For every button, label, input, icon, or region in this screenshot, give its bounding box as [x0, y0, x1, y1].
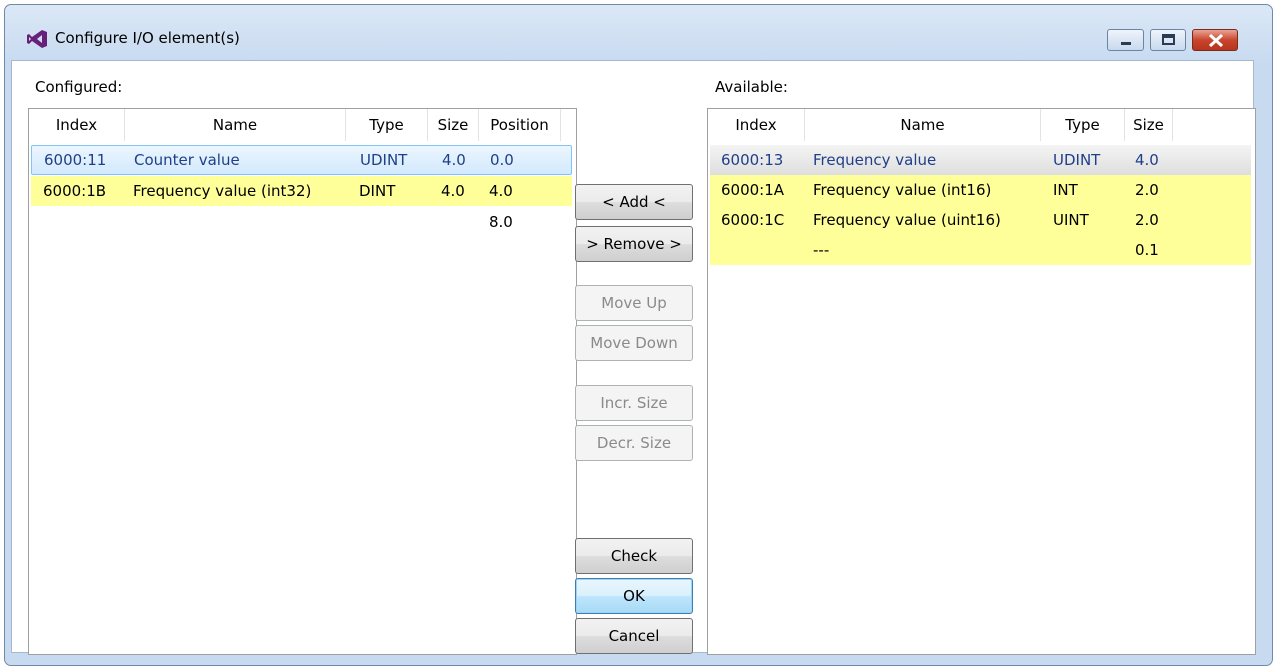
available-list[interactable]: Index Name Type Size 6000:13 Frequency v… [707, 108, 1256, 655]
table-row[interactable]: 6000:1A Frequency value (int16) INT 2.0 [710, 175, 1251, 205]
cell-name: Frequency value [813, 151, 937, 169]
decr-size-button[interactable]: Decr. Size [575, 425, 693, 461]
cell-type: UDINT [1053, 151, 1101, 169]
cell-size: 0.1 [1135, 241, 1159, 259]
table-row[interactable]: --- 0.1 [710, 235, 1251, 265]
column-header-name[interactable]: Name [805, 109, 1041, 141]
cell-type [351, 207, 359, 237]
column-header-index[interactable]: Index [29, 109, 125, 141]
remove-button[interactable]: > Remove > [575, 226, 693, 262]
cell-type: UDINT [360, 151, 408, 169]
cell-size: 2.0 [1135, 211, 1159, 229]
cell-type: INT [1053, 181, 1078, 199]
add-button[interactable]: < Add < [575, 184, 693, 220]
cell-index: 6000:1A [721, 181, 785, 199]
configured-label: Configured: [35, 78, 123, 96]
cell-name [125, 207, 133, 237]
cell-type: UINT [1053, 211, 1089, 229]
cell-index [35, 207, 43, 237]
cell-position: 0.0 [490, 151, 514, 169]
ok-button[interactable]: OK [575, 578, 693, 614]
configured-list[interactable]: Index Name Type Size Position 6000:11 Co… [28, 108, 577, 655]
table-row[interactable]: 6000:1C Frequency value (uint16) UINT 2.… [710, 205, 1251, 235]
cell-size: 2.0 [1135, 181, 1159, 199]
column-header-type[interactable]: Type [1041, 109, 1125, 141]
cell-size: 4.0 [442, 151, 466, 169]
cell-index: 6000:1C [721, 211, 785, 229]
cell-name: Frequency value (int16) [813, 181, 992, 199]
cancel-button[interactable]: Cancel [575, 618, 693, 654]
incr-size-button[interactable]: Incr. Size [575, 385, 693, 421]
available-label: Available: [715, 78, 788, 96]
title-bar[interactable]: Configure I/O element(s) [5, 5, 1272, 60]
maximize-button[interactable] [1150, 29, 1186, 51]
cell-size: 4.0 [1135, 151, 1159, 169]
cell-size: 4.0 [441, 182, 465, 200]
table-row[interactable]: 8.0 [31, 207, 572, 237]
cell-name: Frequency value (int32) [133, 182, 312, 200]
minimize-icon [1121, 42, 1131, 45]
column-header-name[interactable]: Name [125, 109, 346, 141]
cell-index: 6000:13 [721, 151, 784, 169]
window-title: Configure I/O element(s) [55, 29, 240, 47]
column-header-size[interactable]: Size [428, 109, 479, 141]
close-icon [1208, 33, 1224, 48]
cell-name: Counter value [134, 151, 240, 169]
table-row[interactable]: 6000:11 Counter value UDINT 4.0 0.0 [31, 145, 572, 175]
maximize-icon [1162, 34, 1175, 45]
cell-position: 4.0 [489, 182, 513, 200]
move-up-button[interactable]: Move Up [575, 285, 693, 321]
close-button[interactable] [1192, 29, 1238, 51]
cell-name: --- [813, 241, 830, 259]
minimize-button[interactable] [1107, 29, 1144, 51]
cell-position: 8.0 [489, 213, 513, 231]
column-header-index[interactable]: Index [708, 109, 805, 141]
cell-size [433, 207, 441, 237]
column-header-size[interactable]: Size [1125, 109, 1173, 141]
cell-index [713, 235, 721, 265]
visual-studio-icon [26, 29, 48, 49]
move-down-button[interactable]: Move Down [575, 325, 693, 361]
cell-type: DINT [359, 182, 396, 200]
cell-index: 6000:1B [43, 182, 107, 200]
table-row[interactable]: 6000:13 Frequency value UDINT 4.0 [710, 145, 1251, 175]
cell-type [1045, 235, 1053, 265]
column-header-type[interactable]: Type [346, 109, 428, 141]
cell-name: Frequency value (uint16) [813, 211, 1001, 229]
table-row[interactable]: 6000:1B Frequency value (int32) DINT 4.0… [31, 176, 572, 206]
check-button[interactable]: Check [575, 538, 693, 574]
cell-index: 6000:11 [44, 151, 107, 169]
column-header-position[interactable]: Position [479, 109, 561, 141]
